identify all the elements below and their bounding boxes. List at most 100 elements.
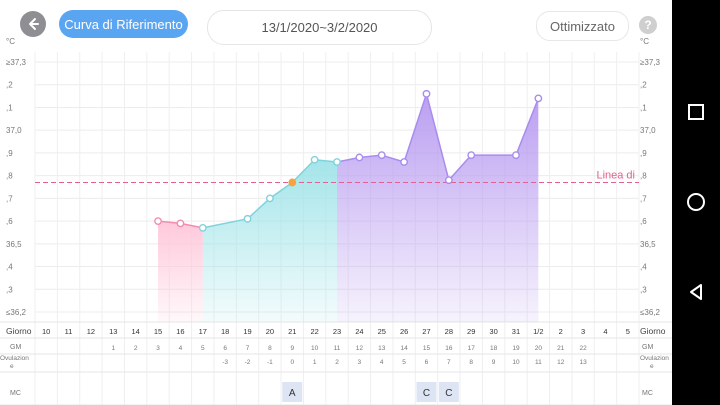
y-tick-label-right: ,9 <box>640 149 647 158</box>
y-tick-label-right: 37,0 <box>640 126 656 135</box>
y-tick-label-right: ,1 <box>640 103 647 112</box>
temperature-point[interactable] <box>154 217 162 225</box>
ovulation-day-label: 1 <box>313 359 317 366</box>
y-tick-label-left: ,8 <box>6 172 13 181</box>
follicular-area <box>202 159 337 322</box>
y-tick-label-left: ≥37,3 <box>6 58 27 67</box>
coverline-label: Linea di <box>596 169 635 181</box>
ovulation-day-label: 4 <box>380 359 384 366</box>
day-label: 19 <box>243 327 251 336</box>
temperature-point[interactable] <box>265 194 274 203</box>
day-label: 25 <box>378 327 386 336</box>
ovulation-day-label: 13 <box>579 359 587 366</box>
ovulation-point[interactable] <box>288 178 297 187</box>
day-label: 1/2 <box>533 327 543 336</box>
y-tick-label-left: ,2 <box>6 81 13 90</box>
cycle-day-label: 5 <box>201 345 205 352</box>
mc-marker-label: C <box>423 388 430 399</box>
cycle-day-label: 9 <box>290 345 294 352</box>
day-label: 23 <box>333 327 341 336</box>
y-tick-label-left: ,9 <box>6 149 13 158</box>
y-tick-label-left: ,6 <box>6 217 13 226</box>
menses-area <box>158 221 203 322</box>
back-nav-icon[interactable] <box>686 282 706 302</box>
day-label: 22 <box>310 327 318 336</box>
home-icon[interactable] <box>686 192 706 212</box>
day-label: 15 <box>154 327 162 336</box>
temperature-point[interactable] <box>400 158 409 166</box>
ovulation-day-label: 9 <box>492 359 496 366</box>
ovulation-day-label: 2 <box>335 359 339 366</box>
y-tick-label-left: ,3 <box>6 285 13 294</box>
day-label: 31 <box>512 327 520 336</box>
ovulation-day-label: 11 <box>535 359 542 366</box>
ovulation-day-label: 12 <box>557 359 565 366</box>
day-label: 21 <box>288 327 296 336</box>
cycle-day-label: 4 <box>179 345 183 352</box>
temperature-point[interactable] <box>198 224 207 232</box>
day-label: 4 <box>603 327 607 336</box>
day-label: 17 <box>199 327 207 336</box>
temperature-point[interactable] <box>176 219 185 228</box>
mc-marker-label: A <box>289 388 296 399</box>
temperature-point[interactable] <box>333 158 341 166</box>
y-tick-label-right: ,3 <box>640 285 647 294</box>
cycle-day-label: 16 <box>445 345 453 352</box>
day-label: 20 <box>266 327 274 336</box>
cycle-day-label: 15 <box>423 345 431 352</box>
cycle-day-label: 11 <box>334 345 341 352</box>
day-label: 26 <box>400 327 408 336</box>
day-label: 3 <box>581 327 585 336</box>
cycle-day-row-label-right: GM <box>642 344 653 351</box>
temperature-point[interactable] <box>243 214 252 223</box>
temperature-point[interactable] <box>377 151 386 160</box>
temperature-point[interactable] <box>467 151 476 160</box>
ovulation-day-label: -1 <box>267 359 273 366</box>
app-screen: Curva di Riferimento 13/1/2020~3/2/2020 … <box>0 0 672 405</box>
y-unit-label-right: °C <box>640 37 649 46</box>
ovulation-day-label: -3 <box>222 359 228 366</box>
day-label: 11 <box>65 327 73 336</box>
y-tick-label-right: ,7 <box>640 194 647 203</box>
ovulation-day-label: 8 <box>469 359 473 366</box>
cycle-day-label: 8 <box>268 345 272 352</box>
y-tick-label-left: ≤36,2 <box>6 308 27 317</box>
cycle-day-label: 17 <box>468 345 476 352</box>
temperature-point[interactable] <box>422 89 431 98</box>
cycle-day-label: 6 <box>223 345 227 352</box>
y-tick-label-left: ,7 <box>6 194 13 203</box>
y-tick-label-left: ,4 <box>6 263 13 272</box>
cycle-day-label: 7 <box>246 345 250 352</box>
temperature-point[interactable] <box>512 151 520 160</box>
day-label: 28 <box>445 327 453 336</box>
y-tick-label-right: ,2 <box>640 81 647 90</box>
temperature-point[interactable] <box>355 153 364 162</box>
day-label: 5 <box>626 327 630 336</box>
mc-row-label-left: MC <box>10 390 21 397</box>
ovulation-row-label-left-cont: e <box>10 363 14 370</box>
day-label: 13 <box>109 327 117 336</box>
temperature-point[interactable] <box>310 155 319 164</box>
day-label: 29 <box>467 327 475 336</box>
ovulation-row-label-right: Ovulazion <box>640 355 669 362</box>
cycle-day-label: 22 <box>579 345 587 352</box>
ovulation-day-label: 6 <box>425 359 429 366</box>
ovulation-day-label: -2 <box>245 359 251 366</box>
ovulation-day-label: 5 <box>402 359 406 366</box>
cycle-day-label: 10 <box>311 345 319 352</box>
temperature-point[interactable] <box>444 176 453 185</box>
temperature-point[interactable] <box>534 94 543 103</box>
day-row-label-right: Giorno <box>640 326 666 336</box>
recents-icon[interactable] <box>686 102 706 122</box>
ovulation-day-label: 7 <box>447 359 451 366</box>
day-label: 16 <box>176 327 184 336</box>
day-label: 30 <box>489 327 497 336</box>
day-label: 12 <box>87 327 95 336</box>
day-label: 2 <box>559 327 563 336</box>
cycle-day-label: 2 <box>134 345 138 352</box>
system-navigation-bar <box>672 0 720 405</box>
y-tick-label-left: 36,5 <box>6 240 22 249</box>
cycle-day-label: 19 <box>512 345 520 352</box>
y-tick-label-right: ≤36,2 <box>640 308 661 317</box>
temperature-chart[interactable]: Linea di °C °C ≥37,3 ≥37,3 ,2 ,2 ,1 ,1 37,0 37,0 ,9… <box>0 0 672 405</box>
